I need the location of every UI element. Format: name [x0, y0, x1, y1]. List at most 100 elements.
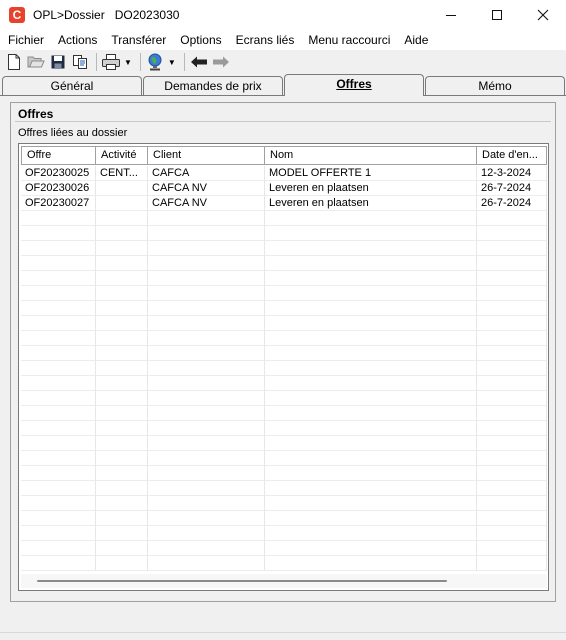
new-document-button[interactable] [4, 52, 24, 72]
empty-row [21, 241, 547, 256]
cell-offre [21, 331, 96, 346]
web-dropdown-icon[interactable]: ▼ [168, 58, 176, 67]
print-button[interactable] [101, 52, 121, 72]
menu-actions[interactable]: Actions [51, 30, 104, 50]
cell-date [477, 511, 547, 526]
cell-client [148, 436, 265, 451]
cell-date [477, 496, 547, 511]
empty-row [21, 451, 547, 466]
cell-activite [96, 421, 148, 436]
menu-fichier[interactable]: Fichier [0, 30, 51, 50]
cell-offre: OF20230025 [21, 166, 96, 181]
forward-button[interactable] [211, 52, 231, 72]
cell-client [148, 256, 265, 271]
cell-offre [21, 226, 96, 241]
cell-client [148, 496, 265, 511]
print-dropdown-icon[interactable]: ▼ [124, 58, 132, 67]
empty-row [21, 406, 547, 421]
cell-offre [21, 376, 96, 391]
empty-row [21, 301, 547, 316]
empty-row [21, 211, 547, 226]
cell-date [477, 376, 547, 391]
cell-nom [265, 436, 477, 451]
cell-nom [265, 541, 477, 556]
horizontal-scrollbar[interactable] [21, 574, 547, 588]
cell-nom [265, 526, 477, 541]
cell-date [477, 316, 547, 331]
column-header-offre[interactable]: Offre [21, 146, 96, 165]
cell-activite [96, 511, 148, 526]
cell-nom [265, 481, 477, 496]
cell-client [148, 331, 265, 346]
list-label: Offres liées au dossier [18, 127, 128, 139]
cell-offre [21, 271, 96, 286]
cell-date: 26-7-2024 [477, 181, 547, 196]
cell-activite [96, 181, 148, 196]
cell-nom [265, 226, 477, 241]
tab-offres[interactable]: Offres [284, 74, 424, 96]
cell-nom [265, 271, 477, 286]
tab-divider [0, 95, 566, 96]
column-header-activite[interactable]: Activité [96, 146, 148, 165]
cell-client: CAFCA NV [148, 196, 265, 211]
table-header: Offre Activité Client Nom Date d'en... [21, 146, 547, 165]
cell-offre: OF20230026 [21, 181, 96, 196]
copy-button[interactable] [70, 52, 90, 72]
menu-aide[interactable]: Aide [397, 30, 435, 50]
cell-activite [96, 286, 148, 301]
cell-client [148, 316, 265, 331]
menu-options[interactable]: Options [173, 30, 228, 50]
cell-nom [265, 391, 477, 406]
scrollbar-thumb[interactable] [37, 580, 447, 582]
save-button[interactable] [48, 52, 68, 72]
empty-row [21, 466, 547, 481]
menu-ecrans-lies[interactable]: Ecrans liés [229, 30, 302, 50]
table-body: OF20230025 CENT... CAFCA MODEL OFFERTE 1… [21, 166, 547, 571]
tab-demandes-de-prix[interactable]: Demandes de prix [143, 76, 283, 96]
back-button[interactable] [189, 52, 209, 72]
save-icon [51, 55, 65, 69]
cell-client [148, 361, 265, 376]
cell-client [148, 526, 265, 541]
open-folder-button[interactable] [26, 52, 46, 72]
cell-date [477, 391, 547, 406]
column-header-client[interactable]: Client [148, 146, 265, 165]
table-row[interactable]: OF20230026 CAFCA NV Leveren en plaatsen … [21, 181, 547, 196]
table-row[interactable]: OF20230027 CAFCA NV Leveren en plaatsen … [21, 196, 547, 211]
cell-offre [21, 316, 96, 331]
cell-activite [96, 541, 148, 556]
globe-icon [148, 53, 162, 71]
cell-nom [265, 301, 477, 316]
column-header-nom[interactable]: Nom [265, 146, 477, 165]
empty-row [21, 496, 547, 511]
table-row[interactable]: OF20230025 CENT... CAFCA MODEL OFFERTE 1… [21, 166, 547, 181]
empty-row [21, 391, 547, 406]
close-button[interactable] [520, 0, 566, 30]
empty-row [21, 331, 547, 346]
cell-activite [96, 466, 148, 481]
column-header-date[interactable]: Date d'en... [477, 146, 547, 165]
cell-date [477, 541, 547, 556]
offres-table[interactable]: Offre Activité Client Nom Date d'en... O… [18, 143, 549, 591]
tab-general[interactable]: Général [2, 76, 142, 96]
close-icon [537, 9, 549, 21]
cell-nom [265, 556, 477, 571]
open-folder-icon [27, 56, 45, 68]
empty-row [21, 481, 547, 496]
cell-activite [96, 256, 148, 271]
window-title-app: OPL>Dossier [33, 8, 105, 22]
cell-date [477, 301, 547, 316]
web-button[interactable] [145, 52, 165, 72]
menu-raccourci[interactable]: Menu raccourci [301, 30, 397, 50]
cell-client [148, 301, 265, 316]
cell-offre [21, 256, 96, 271]
cell-activite [96, 196, 148, 211]
minimize-button[interactable] [428, 0, 474, 30]
cell-date [477, 361, 547, 376]
new-document-icon [8, 54, 20, 70]
cell-activite [96, 271, 148, 286]
minimize-icon [446, 14, 456, 16]
menu-transferer[interactable]: Transférer [104, 30, 173, 50]
maximize-button[interactable] [474, 0, 520, 30]
tab-memo[interactable]: Mémo [425, 76, 565, 96]
